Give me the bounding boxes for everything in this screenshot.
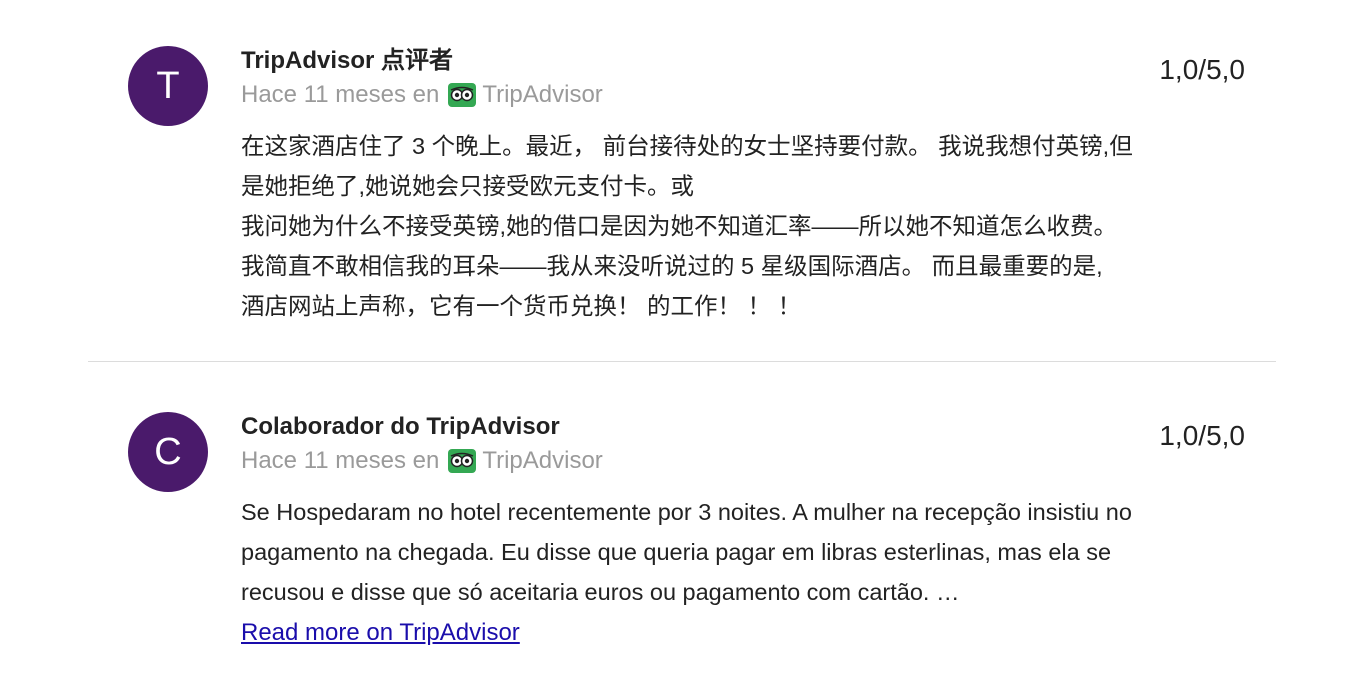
- review-text-line: 酒店网站上声称，它有一个货币兑换！ 的工作！ ！ ！: [241, 293, 802, 319]
- review-text-line: 在这家酒店住了 3 个晚上。最近， 前台接待处的女士坚持要付款。 我说我想付英镑…: [241, 133, 1133, 159]
- avatar: C: [128, 412, 208, 492]
- review-text-line: 是她拒绝了,她说她会只接受欧元支付卡。或: [241, 173, 695, 199]
- tripadvisor-owl-icon: [448, 83, 477, 107]
- review-author: TripAdvisor 点评者: [241, 47, 454, 74]
- avatar: T: [128, 46, 208, 126]
- review-text-line: recusou e disse que só aceitaria euros o…: [241, 579, 960, 605]
- review-meta: Hace 11 meses en TripAdvisor: [241, 446, 603, 476]
- review-rating: 1,0/5,0: [1159, 420, 1245, 451]
- read-more-link[interactable]: Read more on TripAdvisor: [241, 613, 520, 653]
- review-rating: 1,0/5,0: [1159, 54, 1245, 85]
- review-meta: Hace 11 meses en TripAdvisor: [241, 80, 603, 110]
- review-time: Hace 11 meses en: [241, 81, 440, 108]
- review-divider: [88, 361, 1276, 362]
- review-text-line: 我简直不敢相信我的耳朵——我从来没听说过的 5 星级国际酒店。 而且最重要的是,: [241, 253, 1103, 279]
- review-source: TripAdvisor: [482, 81, 603, 108]
- review-text: 在这家酒店住了 3 个晚上。最近， 前台接待处的女士坚持要付款。 我说我想付英镑…: [241, 126, 1241, 326]
- review-time: Hace 11 meses en: [241, 447, 440, 474]
- review-source: TripAdvisor: [482, 447, 603, 474]
- tripadvisor-owl-icon: [448, 449, 477, 473]
- review-text-line: Se Hospedaram no hotel recentemente por …: [241, 499, 1132, 525]
- review-text-line: 我问她为什么不接受英镑,她的借口是因为她不知道汇率——所以她不知道怎么收费。: [241, 213, 1118, 239]
- review-author: Colaborador do TripAdvisor: [241, 413, 560, 440]
- review-text: Se Hospedaram no hotel recentemente por …: [241, 492, 1241, 653]
- reviews-list: T TripAdvisor 点评者 Hace 11 meses en TripA…: [0, 0, 1348, 688]
- review-text-line: pagamento na chegada. Eu disse que queri…: [241, 539, 1112, 565]
